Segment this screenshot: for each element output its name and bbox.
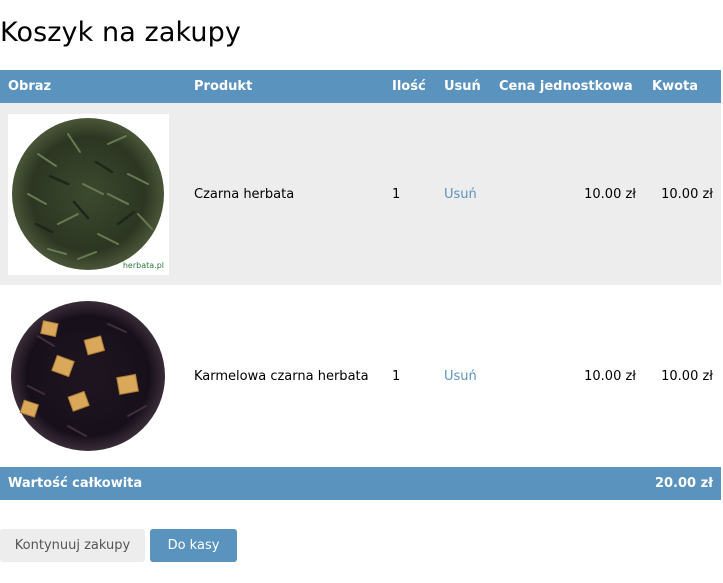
cart-item-amount: 10.00 zł	[661, 186, 713, 202]
cart-item-row: Karmelowa czarna herbata 1 Usuń 10.00 zł…	[0, 285, 721, 467]
cart-item-unit-price: 10.00 zł	[584, 186, 636, 202]
header-product: Produkt	[194, 79, 253, 94]
remove-item-link[interactable]: Usuń	[444, 369, 477, 384]
cart-item-image-cell	[0, 285, 186, 467]
cart-item-name: Karmelowa czarna herbata	[194, 368, 369, 384]
cart-header-row: Obraz Produkt Ilość Usuń Cena jednostkow…	[0, 70, 721, 103]
tea-leaves-graphic	[12, 117, 164, 270]
remove-item-link[interactable]: Usuń	[444, 187, 477, 202]
black-tea-leaves-image[interactable]: herbata.pl	[8, 113, 169, 275]
header-unit-price: Cena jednostkowa	[499, 79, 633, 94]
total-value: 20.00 zł	[654, 476, 713, 491]
cart-item-remove-cell: Usuń	[436, 285, 491, 467]
continue-shopping-button[interactable]: Kontynuuj zakupy	[0, 529, 145, 562]
header-quantity: Ilość	[392, 79, 426, 94]
header-image: Obraz	[8, 79, 52, 94]
cart-item-remove-cell: Usuń	[436, 103, 491, 285]
cart-item-name: Czarna herbata	[194, 186, 295, 202]
tea-leaves-graphic	[11, 300, 165, 451]
total-label: Wartość całkowita	[8, 476, 143, 491]
cart-item-quantity: 1	[392, 368, 401, 384]
checkout-button[interactable]: Do kasy	[150, 529, 237, 562]
cart-total-row: Wartość całkowita 20.00 zł	[0, 467, 721, 500]
cart-item-amount: 10.00 zł	[661, 368, 713, 384]
caramel-black-tea-image[interactable]	[8, 295, 169, 457]
cart-item-row: herbata.pl Czarna herbata 1 Usuń 10.00 z…	[0, 103, 721, 285]
cart-item-image-cell: herbata.pl	[0, 103, 186, 285]
cart-item-unit-price: 10.00 zł	[584, 368, 636, 384]
header-amount: Kwota	[652, 79, 699, 94]
header-remove: Usuń	[444, 79, 481, 94]
cart-item-quantity: 1	[392, 186, 401, 202]
page-title: Koszyk na zakupy	[0, 17, 241, 48]
image-watermark: herbata.pl	[122, 260, 164, 270]
cart-table: Obraz Produkt Ilość Usuń Cena jednostkow…	[0, 70, 721, 500]
